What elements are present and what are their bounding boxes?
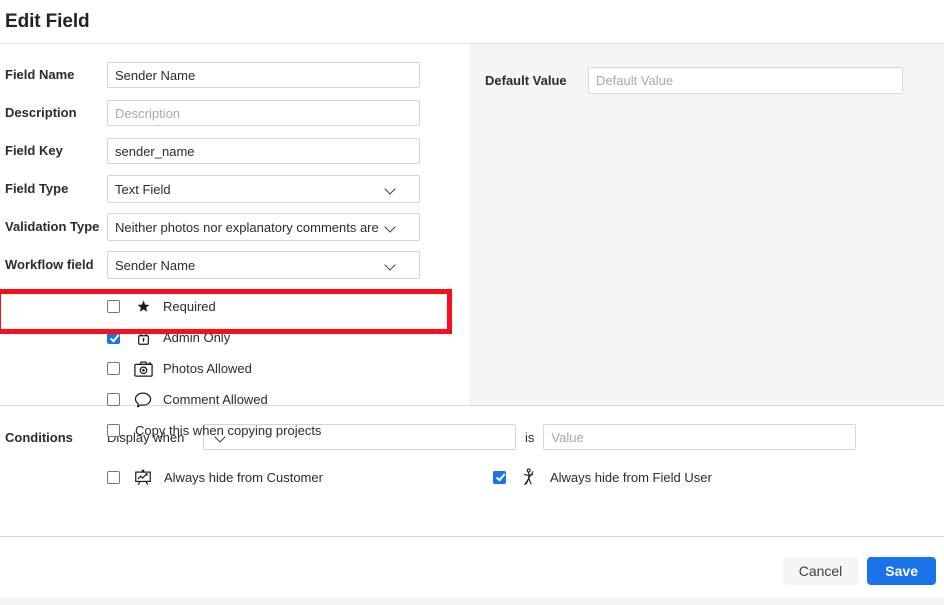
dialog-body: Field Name Description Field Key Field T… <box>0 44 944 405</box>
conditions-visibility-row: Always hide from Customer Always hide fr… <box>0 460 944 494</box>
label-field-name: Field Name <box>5 67 107 83</box>
workflow-field-selected-value: Sender Name <box>115 258 381 273</box>
save-button[interactable]: Save <box>867 557 936 585</box>
option-row-photos-allowed[interactable]: Photos Allowed <box>0 353 469 384</box>
option-label-required: Required <box>163 299 216 314</box>
chevron-down-icon <box>385 221 397 233</box>
field-row-validation-type: Validation Type Neither photos nor expla… <box>0 208 469 246</box>
field-row-field-name: Field Name <box>0 56 469 94</box>
hide-from-customer-group[interactable]: Always hide from Customer <box>107 469 323 486</box>
label-is: is <box>525 430 534 445</box>
field-key-input[interactable] <box>107 138 420 164</box>
option-label-comment-allowed: Comment Allowed <box>163 392 268 407</box>
hide-from-field-user-group[interactable]: Always hide from Field User <box>493 468 712 487</box>
chevron-down-icon <box>385 259 397 271</box>
field-row-description: Description <box>0 94 469 132</box>
label-description: Description <box>5 105 107 121</box>
camera-icon <box>132 361 154 377</box>
chevron-down-icon <box>385 183 397 195</box>
workflow-field-select[interactable]: Sender Name <box>107 251 420 279</box>
option-label-photos-allowed: Photos Allowed <box>163 361 252 376</box>
option-row-comment-allowed[interactable]: Comment Allowed <box>0 384 469 415</box>
validation-type-select[interactable]: Neither photos nor explanatory comments … <box>107 213 420 241</box>
validation-type-selected-value: Neither photos nor explanatory comments … <box>115 220 381 235</box>
dialog-header: Edit Field <box>0 0 944 44</box>
photos-allowed-checkbox[interactable] <box>107 362 120 375</box>
hide-from-field-user-label: Always hide from Field User <box>550 470 712 485</box>
page-title: Edit Field <box>5 11 90 33</box>
option-label-copy-when-copying-projects: Copy this when copying projects <box>135 423 321 438</box>
default-value-row: Default Value <box>469 60 944 100</box>
footer-bottom-strip <box>0 598 944 605</box>
hide-from-field-user-checkbox[interactable] <box>493 471 506 484</box>
field-options-list: Required Admin Only <box>0 284 469 446</box>
option-row-required[interactable]: Required <box>0 291 469 322</box>
cancel-button[interactable]: Cancel <box>783 557 859 585</box>
label-workflow-field: Workflow field <box>5 257 107 273</box>
label-field-key: Field Key <box>5 143 107 159</box>
admin-only-checkbox[interactable] <box>107 331 120 344</box>
field-type-selected-value: Text Field <box>115 182 381 197</box>
condition-value-input[interactable] <box>543 424 856 450</box>
field-name-input[interactable] <box>107 62 420 88</box>
hide-from-customer-label: Always hide from Customer <box>164 470 323 485</box>
option-row-admin-only[interactable]: Admin Only <box>0 322 469 353</box>
field-row-field-type: Field Type Text Field <box>0 170 469 208</box>
lock-icon <box>132 329 154 346</box>
default-value-panel: Default Value <box>469 44 944 405</box>
star-icon <box>132 299 154 314</box>
label-field-type: Field Type <box>5 181 107 197</box>
option-row-copy-when-copying-projects[interactable]: Copy this when copying projects <box>0 415 469 446</box>
presentation-board-icon <box>131 469 155 486</box>
comment-bubble-icon <box>132 392 154 408</box>
field-row-workflow-field: Workflow field Sender Name <box>0 246 469 284</box>
field-type-select[interactable]: Text Field <box>107 175 420 203</box>
dialog-footer: Cancel Save <box>0 536 944 605</box>
comment-allowed-checkbox[interactable] <box>107 393 120 406</box>
field-settings-column: Field Name Description Field Key Field T… <box>0 44 469 405</box>
hide-from-customer-checkbox[interactable] <box>107 471 120 484</box>
option-label-admin-only: Admin Only <box>163 330 230 345</box>
description-input[interactable] <box>107 100 420 126</box>
label-validation-type: Validation Type <box>5 219 107 235</box>
field-row-field-key: Field Key <box>0 132 469 170</box>
field-worker-icon <box>517 468 541 487</box>
label-default-value: Default Value <box>485 73 588 88</box>
default-value-input[interactable] <box>588 67 903 94</box>
required-checkbox[interactable] <box>107 300 120 313</box>
chevron-down-icon <box>215 431 227 443</box>
copy-when-copying-projects-checkbox[interactable] <box>107 424 120 437</box>
